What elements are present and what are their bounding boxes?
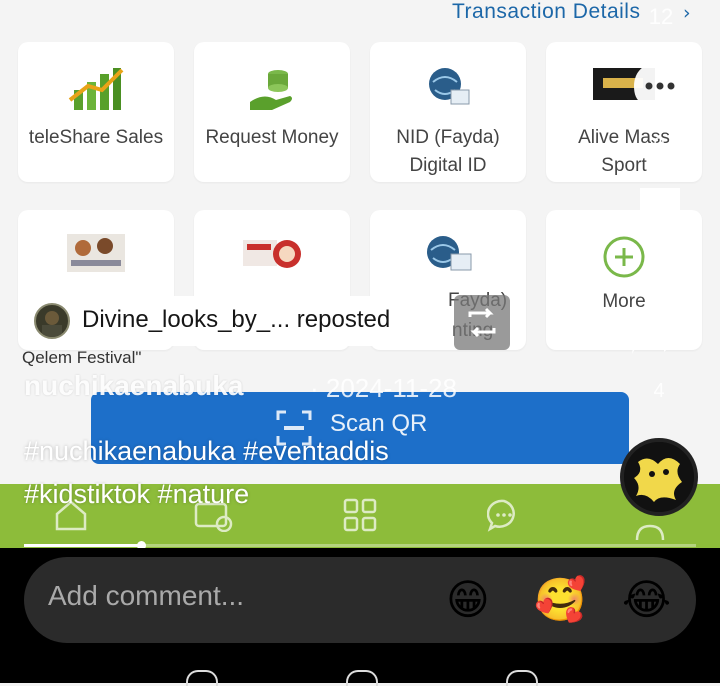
video-progress-bar[interactable] bbox=[24, 541, 696, 548]
tile-teleshare-sales: teleShare Sales bbox=[18, 42, 174, 182]
tile-label: NID (Fayda) Digital ID bbox=[396, 127, 500, 176]
comment-placeholder[interactable]: Add comment... bbox=[48, 580, 244, 612]
progress-handle[interactable] bbox=[136, 541, 146, 548]
emoji-grin-button[interactable]: 😁 bbox=[446, 570, 490, 630]
pasta-logo-icon bbox=[241, 234, 303, 278]
tile-request-money: Request Money bbox=[194, 42, 350, 182]
video-frame[interactable]: Transaction Details › teleShare Sales Re… bbox=[0, 0, 720, 548]
repost-icon[interactable] bbox=[454, 295, 510, 350]
globe-id-icon bbox=[425, 64, 471, 112]
music-disc[interactable] bbox=[620, 438, 698, 516]
caption-hashtags-line-1[interactable]: #nuchikaenabuka #eventaddis bbox=[24, 430, 544, 473]
background-text: Qelem Festival" bbox=[22, 348, 142, 367]
nav-icon-partial[interactable] bbox=[346, 670, 378, 686]
share-icon[interactable] bbox=[630, 302, 690, 362]
nav-icon-partial[interactable] bbox=[506, 670, 538, 686]
repost-banner[interactable]: Divine_looks_by_... reposted bbox=[26, 296, 442, 346]
tile-label: teleShare Sales bbox=[28, 127, 164, 148]
comment-count: 0 bbox=[653, 134, 665, 156]
transaction-details-link: Transaction Details bbox=[452, 0, 641, 23]
share-count: 4 bbox=[653, 380, 665, 402]
emoji-laugh-button[interactable]: 😂 bbox=[622, 570, 671, 630]
repost-text: Divine_looks_by_... reposted bbox=[82, 306, 391, 333]
emoji-heart-eyes-button[interactable]: 🥰 bbox=[534, 570, 586, 630]
bar-chart-icon bbox=[68, 64, 124, 118]
avatar[interactable] bbox=[34, 303, 70, 339]
post-date: · 2024-11-28 bbox=[310, 373, 457, 403]
chevron-right-icon: › bbox=[683, 2, 691, 24]
progress-fill bbox=[24, 544, 141, 547]
comment-icon[interactable] bbox=[630, 58, 690, 122]
coins-hand-icon bbox=[246, 64, 298, 120]
bookmark-icon[interactable] bbox=[636, 186, 684, 244]
overlay-count: 12 bbox=[648, 4, 674, 29]
globe-id-icon bbox=[423, 232, 473, 280]
bookmark-count: 6 bbox=[653, 252, 665, 274]
caption-hashtags-line-2[interactable]: #kidstiktok #nature bbox=[24, 473, 544, 516]
event-poster-icon bbox=[65, 230, 127, 280]
post-username[interactable]: nuchikaenabuka bbox=[24, 370, 243, 402]
tile-label: Request Money bbox=[205, 127, 339, 148]
post-caption[interactable]: #nuchikaenabuka #eventaddis #kidstiktok … bbox=[24, 430, 544, 516]
tile-nid-fayda: NID (Fayda) Digital ID bbox=[370, 42, 526, 182]
nav-icon-partial[interactable] bbox=[186, 670, 218, 686]
